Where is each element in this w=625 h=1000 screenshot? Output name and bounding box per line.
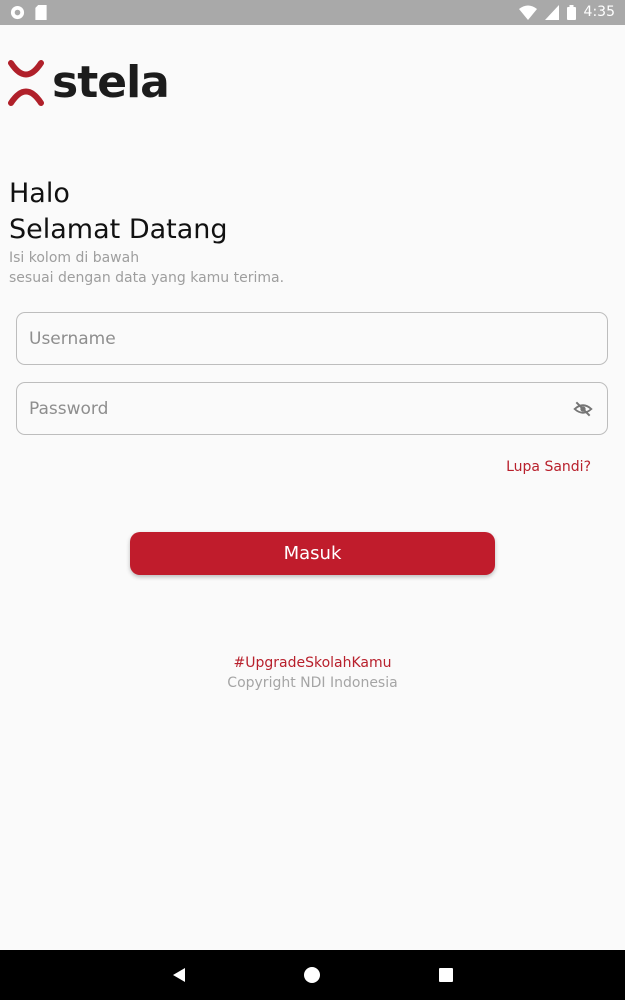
status-bar-left [10, 5, 47, 20]
wifi-icon [518, 5, 537, 20]
username-field[interactable] [16, 312, 608, 365]
eye-off-icon[interactable] [573, 399, 593, 419]
recents-icon[interactable] [436, 965, 456, 985]
sd-card-icon [35, 5, 47, 20]
brand-wordmark: stela [52, 57, 170, 108]
battery-icon [566, 4, 576, 20]
stela-logo-mark-icon [8, 60, 44, 106]
home-icon[interactable] [302, 965, 322, 985]
brand-logo: stela [8, 57, 170, 108]
footer-hashtag: #UpgradeSkolahKamu [233, 655, 392, 671]
navigation-bar [0, 950, 625, 1000]
back-icon[interactable] [170, 965, 190, 985]
login-button[interactable]: Masuk [130, 532, 495, 575]
forgot-password-link[interactable]: Lupa Sandi? [506, 459, 591, 475]
notification-circle-icon [10, 5, 25, 20]
status-bar: 4:35 [0, 0, 625, 25]
greeting-title-line2: Selamat Datang [9, 214, 228, 245]
greeting-subtitle-line2: sesuai dengan data yang kamu terima. [9, 270, 285, 286]
password-field[interactable] [16, 382, 608, 435]
password-input[interactable] [29, 383, 569, 434]
status-time: 4:35 [583, 4, 615, 20]
footer-copyright: Copyright NDI Indonesia [227, 675, 398, 691]
greeting-subtitle-line1: Isi kolom di bawah [9, 250, 140, 266]
signal-icon [544, 4, 559, 20]
status-bar-right: 4:35 [518, 4, 615, 20]
username-input[interactable] [29, 313, 569, 364]
greeting-title-line1: Halo [9, 178, 70, 209]
